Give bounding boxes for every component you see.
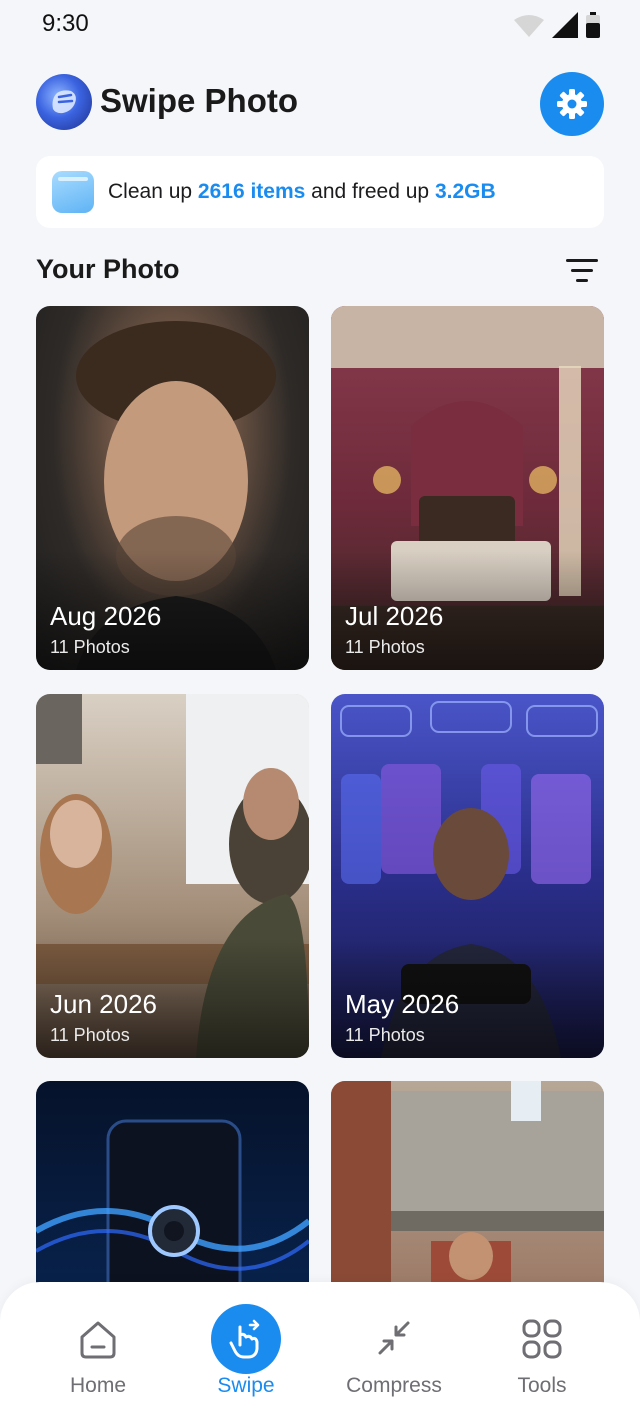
status-icons [514, 12, 600, 38]
cleanup-summary-text: Clean up 2616 items and freed up 3.2GB [108, 180, 496, 204]
bottom-navigation: Home Swipe Compress Tools [0, 1282, 640, 1422]
swipe-hand-icon [211, 1304, 281, 1374]
app-title: Swipe Photo [100, 82, 298, 119]
album-count: 11 Photos [50, 637, 130, 657]
album-count: 11 Photos [50, 1025, 130, 1045]
album-month: Jul 2026 [345, 601, 444, 631]
nav-home[interactable]: Home [28, 1282, 168, 1422]
folder-icon [52, 171, 94, 213]
album-month: May 2026 [345, 989, 460, 1019]
album-month: Jun 2026 [50, 989, 157, 1019]
sort-line [576, 279, 588, 282]
sort-line [566, 259, 598, 262]
sort-line [571, 269, 593, 272]
app-header: Swipe Photo [36, 70, 604, 136]
nav-swipe[interactable]: Swipe [176, 1282, 316, 1422]
section-title: Your Photo [36, 254, 180, 284]
album-card[interactable]: May 2026 11 Photos [331, 694, 604, 1058]
app-logo [36, 74, 92, 130]
home-icon [63, 1304, 133, 1374]
cleanup-summary-card[interactable]: Clean up 2616 items and freed up 3.2GB [36, 156, 604, 228]
nav-compress-label: Compress [346, 1374, 442, 1397]
album-card[interactable]: Aug 2026 11 Photos [36, 306, 309, 670]
sort-filter-button[interactable] [566, 258, 600, 284]
nav-swipe-label: Swipe [217, 1374, 275, 1397]
album-card[interactable]: Jun 2026 11 Photos [36, 694, 309, 1058]
gear-icon [557, 89, 587, 119]
cleanup-freed-size: 3.2GB [434, 180, 496, 203]
album-count: 11 Photos [345, 637, 425, 657]
status-bar: 9:30 [0, 0, 640, 52]
signal-icon [552, 12, 578, 38]
status-time: 9:30 [42, 10, 89, 37]
album-month: Aug 2026 [50, 601, 162, 631]
cleanup-items-count: 2616 items [197, 180, 306, 203]
settings-button[interactable] [540, 72, 604, 136]
cleanup-middle: and freed up [305, 180, 435, 203]
battery-icon [586, 12, 600, 38]
album-card[interactable]: Jul 2026 11 Photos [331, 306, 604, 670]
wifi-icon [514, 15, 544, 37]
cleanup-prefix: Clean up [108, 180, 198, 203]
compress-icon [359, 1304, 429, 1374]
nav-tools[interactable]: Tools [472, 1282, 612, 1422]
grid-tools-icon [507, 1304, 577, 1374]
album-count: 11 Photos [345, 1025, 425, 1045]
nav-tools-label: Tools [517, 1374, 567, 1397]
nav-compress[interactable]: Compress [324, 1282, 464, 1422]
hand-logo-icon [52, 90, 76, 114]
nav-home-label: Home [69, 1374, 127, 1397]
